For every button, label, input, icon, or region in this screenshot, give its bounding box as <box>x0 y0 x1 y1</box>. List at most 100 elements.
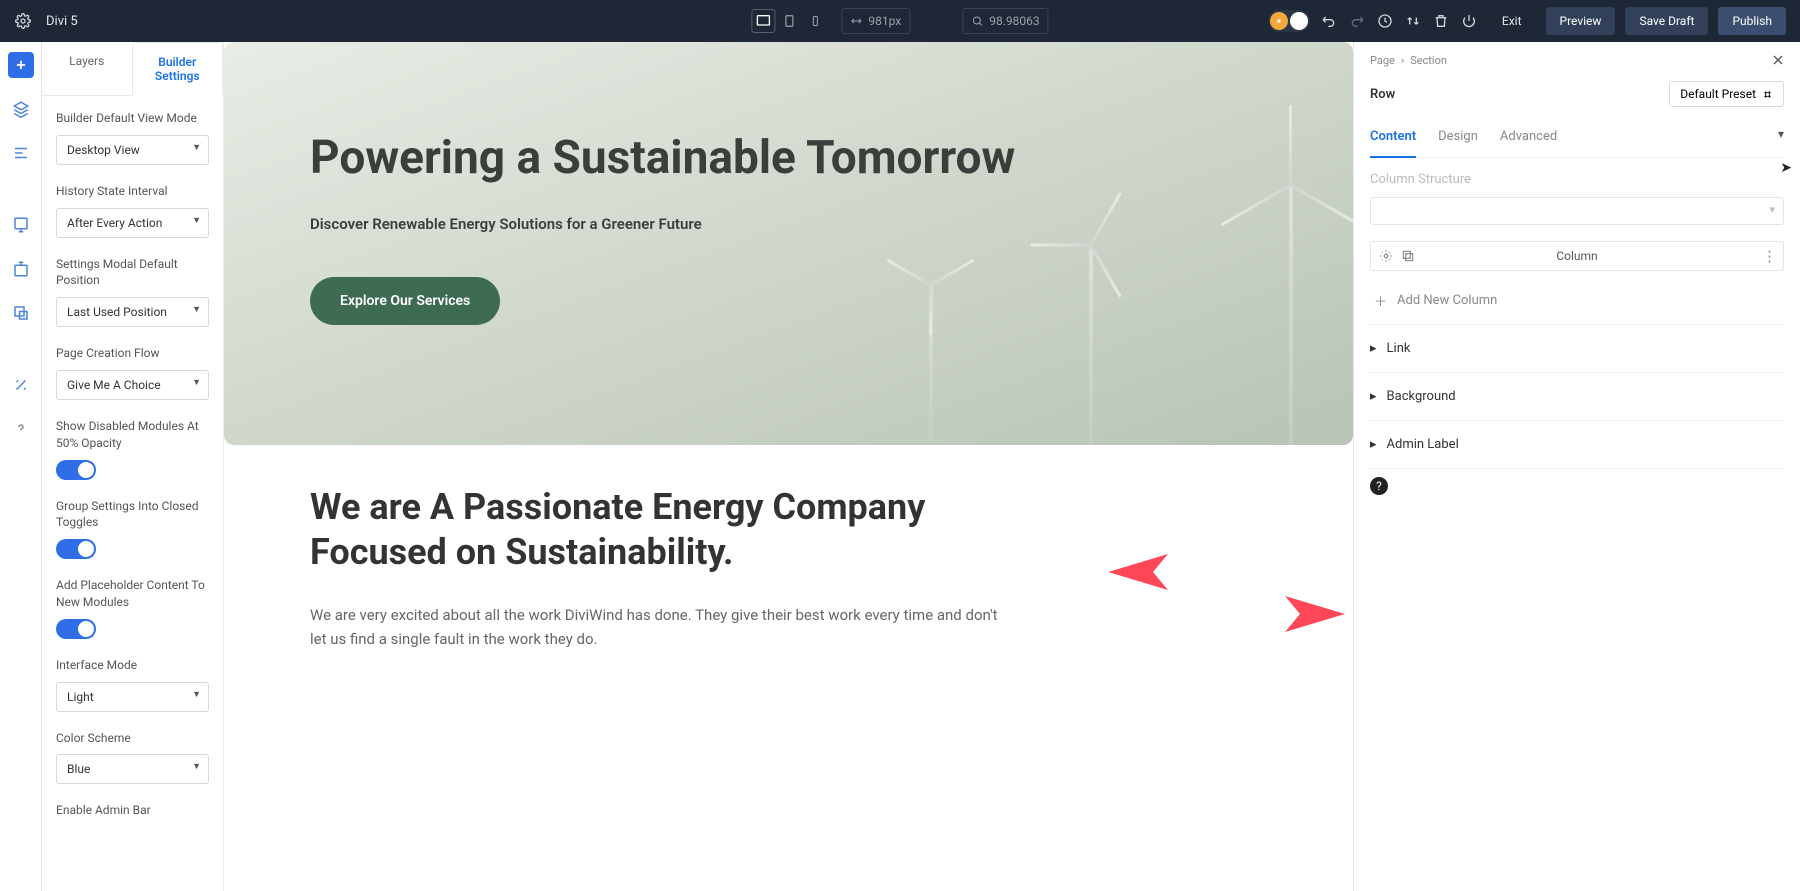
column-structure-label: Column Structure <box>1370 172 1784 187</box>
history-panel-icon[interactable] <box>8 300 34 326</box>
import-export-icon[interactable] <box>1404 12 1422 30</box>
interface-mode-select[interactable]: Light <box>56 682 209 712</box>
theme-toggle[interactable] <box>1268 10 1310 32</box>
hero-title: Powering a Sustainable Tomorrow <box>310 132 1267 185</box>
app-title: Divi 5 <box>46 14 78 29</box>
left-settings-panel: Layers Builder Settings Builder Default … <box>42 42 224 891</box>
disabled-modules-label: Show Disabled Modules At 50% Opacity <box>56 418 209 452</box>
add-module-button[interactable] <box>8 52 34 78</box>
publish-button[interactable]: Publish <box>1718 7 1786 35</box>
modal-position-label: Settings Modal Default Position <box>56 256 209 290</box>
admin-bar-label: Enable Admin Bar <box>56 802 209 819</box>
color-scheme-select[interactable]: Blue <box>56 754 209 784</box>
accordion-background[interactable]: ▸ Background <box>1370 372 1784 420</box>
page-creation-label: Page Creation Flow <box>56 345 209 362</box>
more-icon[interactable]: ⋮ <box>1762 247 1777 265</box>
help-badge[interactable]: ? <box>1370 477 1388 495</box>
tab-layers[interactable]: Layers <box>42 42 132 95</box>
library-save-icon[interactable] <box>8 256 34 282</box>
breadcrumb-section[interactable]: Section <box>1410 54 1447 67</box>
zoom-value: 98.98063 <box>989 14 1039 28</box>
add-column-label: Add New Column <box>1397 293 1497 308</box>
placeholder-content-label: Add Placeholder Content To New Modules <box>56 577 209 611</box>
viewport-width-input[interactable]: 981px <box>841 8 910 34</box>
device-switcher <box>751 9 827 33</box>
breadcrumb-page[interactable]: Page <box>1370 54 1395 67</box>
column-settings-icon[interactable] <box>1379 249 1393 263</box>
phone-device-button[interactable] <box>803 9 827 33</box>
tab-advanced[interactable]: Advanced <box>1500 121 1557 157</box>
cursor-pointer-icon: ➤ <box>1780 160 1792 176</box>
viewport-width-value: 981px <box>868 14 901 28</box>
left-icon-rail <box>0 42 42 891</box>
trash-icon[interactable] <box>1432 12 1450 30</box>
tablet-device-button[interactable] <box>777 9 801 33</box>
library-load-icon[interactable] <box>8 212 34 238</box>
placeholder-content-toggle[interactable] <box>56 619 96 639</box>
group-toggles-toggle[interactable] <box>56 539 96 559</box>
explore-services-button[interactable]: Explore Our Services <box>310 277 500 325</box>
modal-position-select[interactable]: Last Used Position <box>56 297 209 327</box>
annotation-arrow-left <box>1108 544 1248 600</box>
page-creation-select[interactable]: Give Me A Choice <box>56 370 209 400</box>
breadcrumb: Page › Section <box>1370 54 1784 67</box>
color-scheme-label: Color Scheme <box>56 730 209 747</box>
tools-icon[interactable] <box>8 372 34 398</box>
column-duplicate-icon[interactable] <box>1401 249 1415 263</box>
tab-content[interactable]: Content <box>1370 121 1416 158</box>
topbar-right: Exit Preview Save Draft Publish <box>1268 7 1786 35</box>
sun-icon <box>1270 12 1288 30</box>
topbar-center: 981px 98.98063 <box>751 8 1048 34</box>
history-icon[interactable] <box>1376 12 1394 30</box>
left-panel-tabs: Layers Builder Settings <box>42 42 223 96</box>
right-panel-tabs: Content Design Advanced ▾ <box>1370 121 1784 158</box>
preset-label: Default Preset <box>1680 87 1756 101</box>
add-column-button[interactable]: ＋ Add New Column <box>1370 285 1784 324</box>
exit-button[interactable]: Exit <box>1488 7 1536 35</box>
help-icon[interactable] <box>8 416 34 442</box>
hero-section: Powering a Sustainable Tomorrow Discover… <box>224 42 1353 445</box>
right-settings-panel: Page › Section Row Default Preset Conten… <box>1353 42 1800 891</box>
redo-icon[interactable] <box>1348 12 1366 30</box>
panel-title: Row <box>1370 87 1395 102</box>
disabled-modules-toggle[interactable] <box>56 460 96 480</box>
left-panel-body[interactable]: Builder Default View Mode Desktop View H… <box>42 96 223 851</box>
main-shell: Layers Builder Settings Builder Default … <box>0 42 1800 891</box>
power-icon[interactable] <box>1460 12 1478 30</box>
wireframe-icon[interactable] <box>8 140 34 166</box>
windmill-graphic <box>1089 245 1093 445</box>
toggle-knob <box>1290 12 1308 30</box>
history-interval-select[interactable]: After Every Action <box>56 208 209 238</box>
about-title: We are A Passionate Energy Company Focus… <box>310 485 1010 575</box>
topbar-left: Divi 5 <box>14 12 78 30</box>
history-interval-label: History State Interval <box>56 183 209 200</box>
column-item[interactable]: Column ⋮ <box>1370 241 1784 271</box>
accordion-admin-label[interactable]: ▸ Admin Label <box>1370 420 1784 469</box>
accordion-link[interactable]: ▸ Link <box>1370 324 1784 372</box>
view-mode-select[interactable]: Desktop View <box>56 135 209 165</box>
canvas-area[interactable]: Powering a Sustainable Tomorrow Discover… <box>224 42 1353 891</box>
interface-mode-label: Interface Mode <box>56 657 209 674</box>
save-draft-button[interactable]: Save Draft <box>1625 7 1708 35</box>
desktop-device-button[interactable] <box>751 9 775 33</box>
close-icon[interactable] <box>1770 52 1786 68</box>
layers-icon[interactable] <box>8 96 34 122</box>
column-name: Column <box>1556 249 1597 263</box>
preview-button[interactable]: Preview <box>1546 7 1616 35</box>
group-toggles-label: Group Settings Into Closed Toggles <box>56 498 209 532</box>
chevron-right-icon: ▸ <box>1370 389 1377 404</box>
tab-design[interactable]: Design <box>1438 121 1478 157</box>
expand-icon[interactable]: ▾ <box>1778 127 1784 141</box>
zoom-input[interactable]: 98.98063 <box>962 8 1048 34</box>
about-body: We are very excited about all the work D… <box>310 603 1010 651</box>
gear-icon[interactable] <box>14 12 32 30</box>
right-panel-body: Column Structure Column ⋮ ＋ Add New Colu… <box>1354 158 1800 509</box>
tab-builder-settings[interactable]: Builder Settings <box>132 42 224 96</box>
column-structure-select[interactable] <box>1370 197 1784 225</box>
view-mode-label: Builder Default View Mode <box>56 110 209 127</box>
plus-icon: ＋ <box>1374 291 1387 310</box>
preset-button[interactable]: Default Preset <box>1669 81 1784 107</box>
windmill-graphic <box>929 285 933 445</box>
chevron-right-icon: › <box>1401 54 1404 67</box>
undo-icon[interactable] <box>1320 12 1338 30</box>
